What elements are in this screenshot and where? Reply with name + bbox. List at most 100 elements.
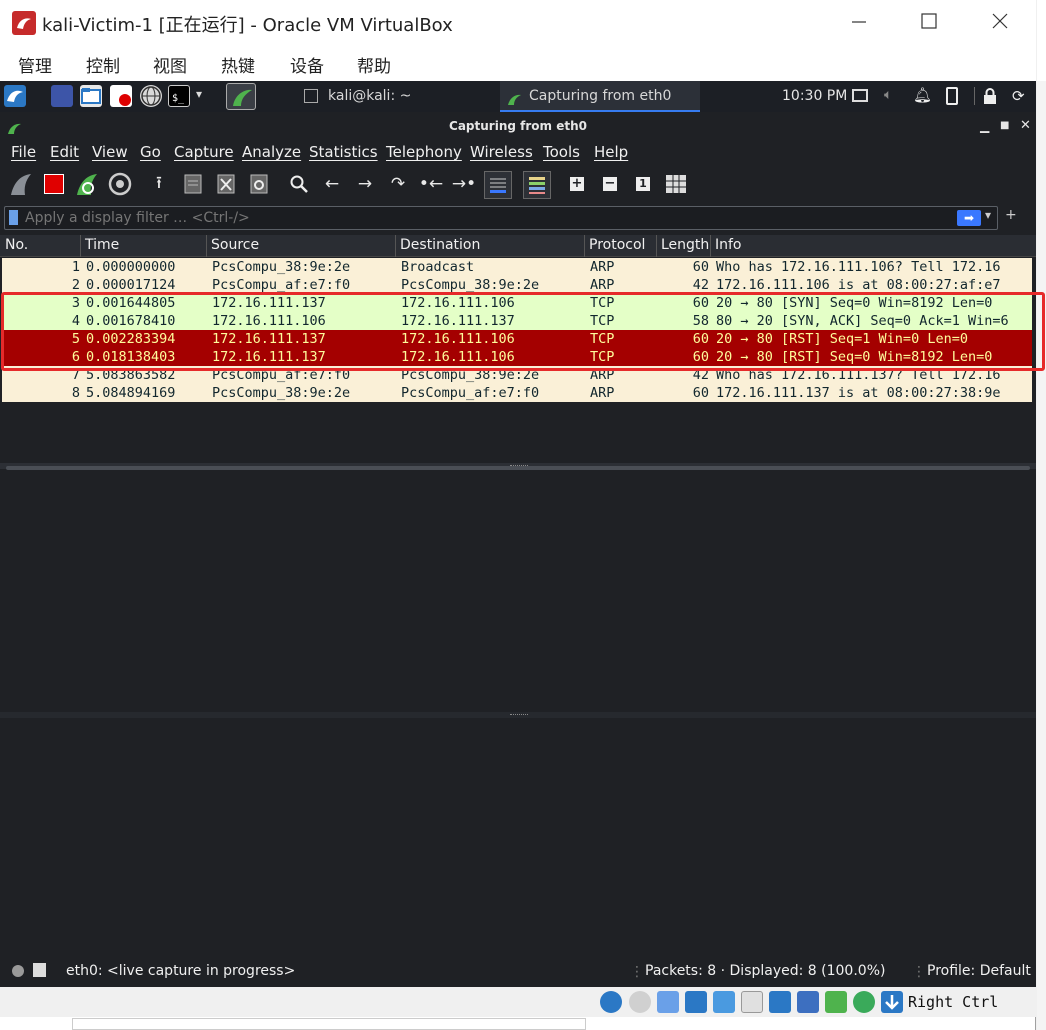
save-file-icon[interactable] xyxy=(180,171,206,197)
wireshark-launcher-icon[interactable] xyxy=(226,83,256,110)
maximize-button[interactable] xyxy=(918,10,940,32)
file-manager-icon[interactable] xyxy=(80,85,102,107)
svg-text:$_: $_ xyxy=(172,93,185,104)
volume-icon[interactable]: 🔈︎ xyxy=(884,87,892,103)
horizontal-scrollbar[interactable] xyxy=(6,466,1030,470)
close-button[interactable] xyxy=(989,10,1011,32)
autoscroll-icon[interactable] xyxy=(484,171,512,199)
last-packet-icon[interactable]: →• xyxy=(451,171,477,197)
menu-view[interactable]: View xyxy=(92,143,128,161)
ws-minimize-icon[interactable]: ▁ xyxy=(980,112,989,140)
menu-file[interactable]: File xyxy=(11,143,36,161)
close-file-icon[interactable] xyxy=(213,171,239,197)
terminal-launcher-icon[interactable]: $_ xyxy=(168,85,190,107)
col-header-time[interactable]: Time xyxy=(85,237,119,253)
text-editor-icon[interactable] xyxy=(110,85,132,107)
minimize-button[interactable] xyxy=(848,10,870,32)
menu-go[interactable]: Go xyxy=(140,143,161,161)
menu-tools[interactable]: Tools xyxy=(543,143,580,161)
cell-destination: Broadcast xyxy=(401,259,475,275)
hard-disk-icon[interactable] xyxy=(600,991,622,1013)
capture-options-gear-icon[interactable] xyxy=(107,171,133,197)
vbox-app-icon xyxy=(12,11,36,35)
col-divider[interactable] xyxy=(656,235,657,257)
resize-columns-icon[interactable] xyxy=(663,171,689,197)
mouse-integration-down-arrow-icon[interactable] xyxy=(881,991,903,1013)
audio-icon[interactable] xyxy=(657,991,679,1013)
menu-statistics[interactable]: Statistics xyxy=(309,143,378,161)
kali-dragon-icon[interactable] xyxy=(4,85,26,107)
add-filter-button-icon[interactable]: + xyxy=(1005,207,1017,223)
apply-filter-arrow-icon[interactable]: ➡ xyxy=(957,210,981,226)
start-capture-fin-icon[interactable] xyxy=(8,171,34,197)
chevron-down-icon[interactable]: ▾ xyxy=(196,87,202,101)
vbox-menu-help[interactable]: 帮助 xyxy=(357,52,391,77)
vbox-menu-manage[interactable]: 管理 xyxy=(18,52,52,77)
menu-analyze[interactable]: Analyze xyxy=(242,143,301,161)
wireshark-window: Capturing from eth0 ▁ ■ ✕ File Edit View… xyxy=(0,112,1036,987)
display-icon[interactable] xyxy=(769,991,791,1013)
menu-help[interactable]: Help xyxy=(594,143,628,161)
shared-folders-icon[interactable] xyxy=(741,991,763,1013)
col-header-destination[interactable]: Destination xyxy=(400,237,480,253)
usb-icon[interactable] xyxy=(713,991,735,1013)
menu-telephony[interactable]: Telephony xyxy=(386,143,462,161)
col-header-no[interactable]: No. xyxy=(5,237,28,253)
col-divider[interactable] xyxy=(710,235,711,257)
recording-icon[interactable] xyxy=(825,991,847,1013)
power-icon[interactable]: ⟳ xyxy=(1012,87,1025,105)
virtualbox-window: kali-Victim-1 [正在运行] - Oracle VM Virtual… xyxy=(0,0,1036,1030)
workspace-icon[interactable] xyxy=(51,85,73,107)
open-file-icon[interactable]: ⭱ xyxy=(146,171,172,197)
colorize-icon[interactable] xyxy=(523,171,551,199)
col-header-info[interactable]: Info xyxy=(715,237,742,253)
capture-comment-edit-icon[interactable] xyxy=(33,963,46,977)
display-filter-input[interactable] xyxy=(25,208,925,228)
status-profile-text[interactable]: Profile: Default xyxy=(927,963,1031,979)
stop-capture-icon[interactable] xyxy=(41,171,67,197)
menu-edit[interactable]: Edit xyxy=(50,143,79,161)
menu-capture[interactable]: Capture xyxy=(174,143,234,161)
col-header-source[interactable]: Source xyxy=(211,237,259,253)
table-row[interactable]: 8 5.084894169 PcsCompu_38:9e:2e PcsCompu_af… xyxy=(2,384,1032,402)
restart-capture-icon[interactable] xyxy=(74,171,100,197)
notification-bell-icon[interactable]: 🔔︎ xyxy=(913,86,932,104)
filter-dropdown-chevron-icon[interactable]: ▾ xyxy=(985,208,991,222)
taskbar-wireshark[interactable]: Capturing from eth0 xyxy=(500,81,700,112)
vbox-menu-devices[interactable]: 设备 xyxy=(290,52,324,77)
expert-info-indicator-icon[interactable] xyxy=(12,965,24,977)
vbox-menu-view[interactable]: 视图 xyxy=(153,52,187,77)
optical-drive-icon[interactable] xyxy=(629,991,651,1013)
display-icon[interactable] xyxy=(852,89,868,102)
col-divider[interactable] xyxy=(80,235,81,257)
video-capture-icon[interactable] xyxy=(797,991,819,1013)
bookmark-icon[interactable] xyxy=(9,210,18,225)
col-divider[interactable] xyxy=(395,235,396,257)
zoom-out-icon[interactable]: − xyxy=(597,171,623,197)
network-icon[interactable] xyxy=(685,991,707,1013)
clock[interactable]: 10:30 PM xyxy=(782,88,847,104)
normal-size-icon[interactable]: 1 xyxy=(630,171,656,197)
col-header-length[interactable]: Length xyxy=(661,237,709,253)
table-row[interactable]: 1 0.000000000 PcsCompu_38:9e:2e Broadcast AR… xyxy=(2,258,1032,276)
col-divider[interactable] xyxy=(206,235,207,257)
ws-close-icon[interactable]: ✕ xyxy=(1020,112,1031,140)
go-to-packet-icon[interactable]: ↷ xyxy=(385,171,411,197)
find-packet-search-icon[interactable] xyxy=(286,171,312,197)
col-divider[interactable] xyxy=(584,235,585,257)
menu-wireless[interactable]: Wireless xyxy=(470,143,533,161)
go-back-arrow-icon[interactable]: ← xyxy=(319,171,345,197)
zoom-in-icon[interactable]: + xyxy=(564,171,590,197)
go-forward-arrow-icon[interactable]: → xyxy=(352,171,378,197)
vbox-menu-hotkey[interactable]: 热键 xyxy=(221,52,255,77)
col-header-protocol[interactable]: Protocol xyxy=(589,237,645,253)
reload-file-icon[interactable] xyxy=(246,171,272,197)
battery-icon[interactable] xyxy=(946,87,958,105)
vbox-menu-control[interactable]: 控制 xyxy=(86,52,120,77)
ws-maximize-icon[interactable]: ■ xyxy=(1000,112,1009,140)
first-packet-icon[interactable]: •← xyxy=(418,171,444,197)
lock-icon[interactable] xyxy=(983,88,997,109)
browser-globe-icon[interactable] xyxy=(140,85,162,107)
virtualization-icon[interactable] xyxy=(853,991,875,1013)
taskbar-terminal[interactable]: kali@kali: ~ xyxy=(298,81,498,112)
